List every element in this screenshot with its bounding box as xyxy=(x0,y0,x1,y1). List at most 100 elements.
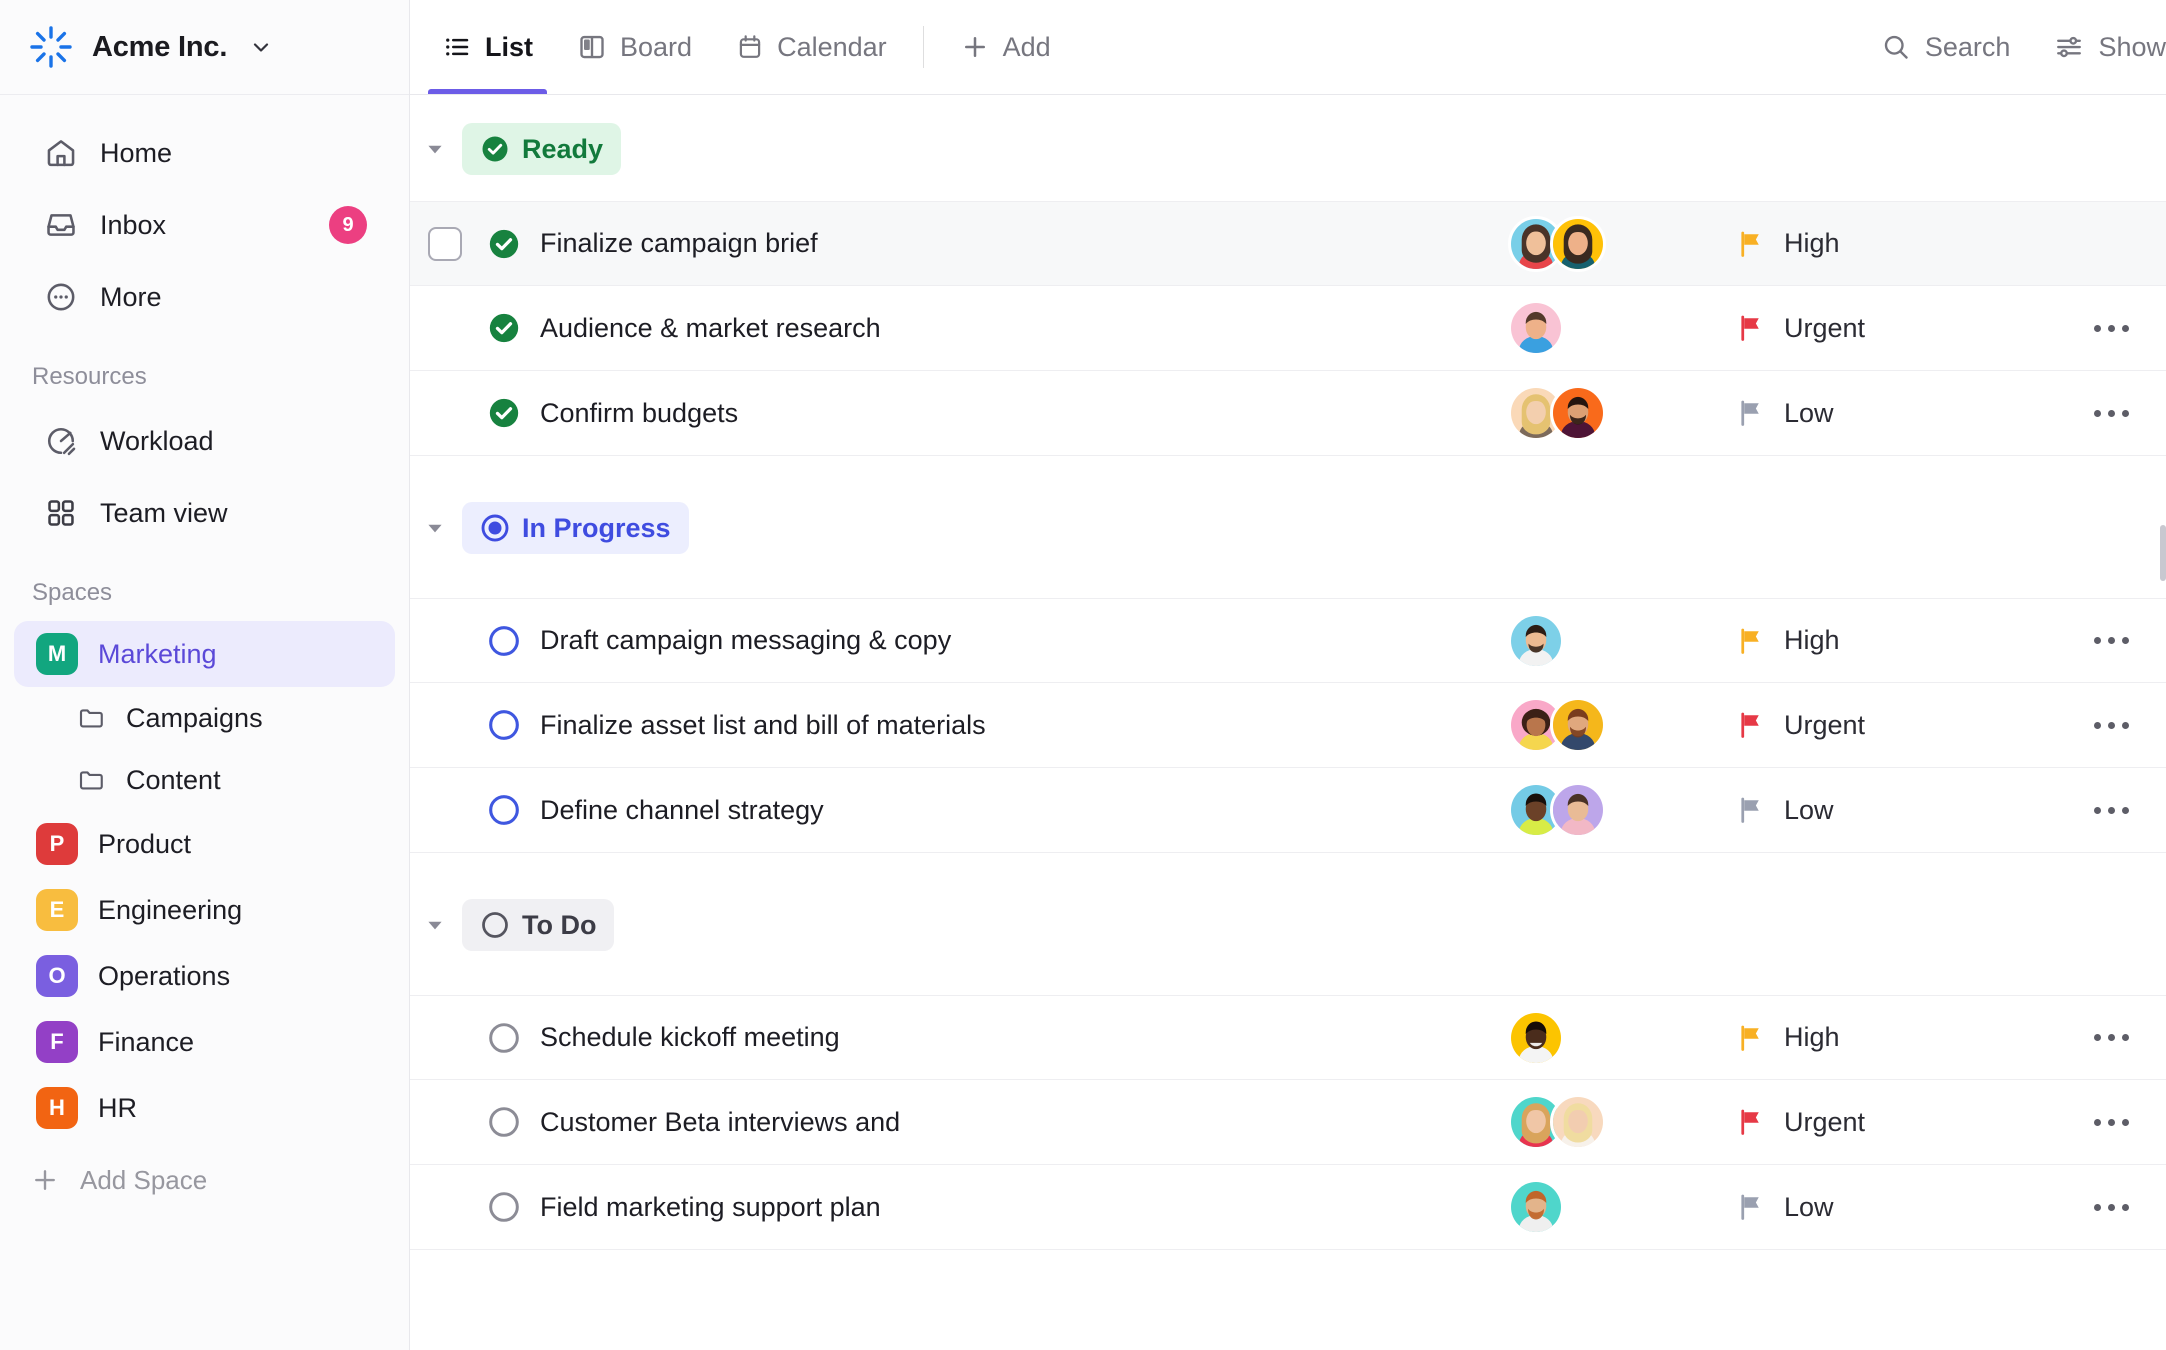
add-space-button[interactable]: Add Space xyxy=(0,1147,409,1213)
sidebar-item-label: Team view xyxy=(100,498,228,529)
priority-label: Low xyxy=(1784,795,1834,826)
chevron-down-icon[interactable] xyxy=(418,908,452,942)
priority-cell[interactable]: Low xyxy=(1736,1192,2056,1223)
assignee-group[interactable] xyxy=(1486,385,1736,441)
status-badge[interactable]: Ready xyxy=(462,123,621,175)
assignee-group[interactable] xyxy=(1486,216,1736,272)
priority-cell[interactable]: High xyxy=(1736,228,2056,259)
table-row[interactable]: Finalize asset list and bill of material… xyxy=(410,683,2166,768)
row-actions-menu[interactable] xyxy=(2056,1204,2166,1211)
task-title[interactable]: Schedule kickoff meeting xyxy=(536,1022,840,1053)
list-icon xyxy=(442,32,472,62)
tab-list[interactable]: List xyxy=(420,0,555,94)
tab-board[interactable]: Board xyxy=(555,0,714,94)
task-title[interactable]: Confirm budgets xyxy=(536,398,738,429)
task-status-toggle[interactable] xyxy=(472,1105,536,1139)
status-badge[interactable]: To Do xyxy=(462,899,614,951)
task-status-toggle[interactable] xyxy=(472,1021,536,1055)
table-row[interactable]: Schedule kickoff meeting High xyxy=(410,995,2166,1080)
vertical-scrollbar-thumb[interactable] xyxy=(2160,525,2166,581)
resources-section-title: Resources xyxy=(0,333,409,405)
sidebar-space-operations[interactable]: O Operations xyxy=(14,943,395,1009)
task-title[interactable]: Field marketing support plan xyxy=(536,1192,881,1223)
priority-cell[interactable]: Urgent xyxy=(1736,313,2056,344)
task-status-toggle[interactable] xyxy=(472,624,536,658)
task-title[interactable]: Finalize asset list and bill of material… xyxy=(536,710,986,741)
avatar[interactable] xyxy=(1550,1094,1606,1150)
sidebar-item-inbox[interactable]: Inbox 9 xyxy=(14,189,395,261)
assignee-group[interactable] xyxy=(1486,1010,1736,1066)
sidebar-item-team-view[interactable]: Team view xyxy=(14,477,395,549)
chevron-down-icon[interactable] xyxy=(249,35,273,59)
assignee-group[interactable] xyxy=(1486,697,1736,753)
assignee-group[interactable] xyxy=(1486,1094,1736,1150)
task-title[interactable]: Define channel strategy xyxy=(536,795,824,826)
workspace-switcher[interactable]: Acme Inc. xyxy=(0,0,409,95)
tab-label: Calendar xyxy=(777,32,887,63)
sidebar-folder-content[interactable]: Content xyxy=(14,749,395,811)
table-row[interactable]: Field marketing support plan Low xyxy=(410,1165,2166,1250)
row-actions-menu[interactable] xyxy=(2056,325,2166,332)
sidebar-item-workload[interactable]: Workload xyxy=(14,405,395,477)
add-view-button[interactable]: Add xyxy=(938,0,1073,94)
avatar[interactable] xyxy=(1508,1010,1564,1066)
priority-cell[interactable]: High xyxy=(1736,1022,2056,1053)
task-status-toggle[interactable] xyxy=(472,396,536,430)
sidebar-folder-campaigns[interactable]: Campaigns xyxy=(14,687,395,749)
sidebar-space-hr[interactable]: H HR xyxy=(14,1075,395,1141)
table-row[interactable]: Draft campaign messaging & copy High xyxy=(410,598,2166,683)
avatar[interactable] xyxy=(1508,300,1564,356)
task-status-toggle[interactable] xyxy=(472,708,536,742)
chevron-down-icon[interactable] xyxy=(418,511,452,545)
table-row[interactable]: Define channel strategy xyxy=(410,768,2166,853)
row-actions-menu[interactable] xyxy=(2056,807,2166,814)
sidebar-item-more[interactable]: More xyxy=(14,261,395,333)
avatar[interactable] xyxy=(1508,1179,1564,1235)
task-status-toggle[interactable] xyxy=(472,1190,536,1224)
table-row[interactable]: Customer Beta interviews and xyxy=(410,1080,2166,1165)
priority-cell[interactable]: Low xyxy=(1736,398,2056,429)
table-row[interactable]: Finalize campaign brief xyxy=(410,201,2166,286)
task-status-toggle[interactable] xyxy=(472,227,536,261)
table-row[interactable]: Audience & market research Urgent xyxy=(410,286,2166,371)
tab-calendar[interactable]: Calendar xyxy=(714,0,909,94)
row-actions-menu[interactable] xyxy=(2056,722,2166,729)
task-status-toggle[interactable] xyxy=(472,793,536,827)
search-button[interactable]: Search xyxy=(1859,17,2033,77)
task-title[interactable]: Customer Beta interviews and xyxy=(536,1107,900,1138)
checkbox-icon[interactable] xyxy=(428,227,462,261)
task-status-toggle[interactable] xyxy=(472,311,536,345)
sidebar-space-engineering[interactable]: E Engineering xyxy=(14,877,395,943)
priority-cell[interactable]: Urgent xyxy=(1736,1107,2056,1138)
show-button[interactable]: Show xyxy=(2032,17,2166,77)
sidebar-item-home[interactable]: Home xyxy=(14,117,395,189)
assignee-group[interactable] xyxy=(1486,613,1736,669)
task-title[interactable]: Finalize campaign brief xyxy=(536,228,818,259)
task-title[interactable]: Audience & market research xyxy=(536,313,881,344)
row-actions-menu[interactable] xyxy=(2056,1034,2166,1041)
assignee-group[interactable] xyxy=(1486,782,1736,838)
flag-icon xyxy=(1736,1107,1766,1137)
assignee-group[interactable] xyxy=(1486,1179,1736,1235)
sidebar-space-finance[interactable]: F Finance xyxy=(14,1009,395,1075)
table-row[interactable]: Confirm budgets xyxy=(410,371,2166,456)
priority-cell[interactable]: Urgent xyxy=(1736,710,2056,741)
avatar[interactable] xyxy=(1550,697,1606,753)
row-checkbox[interactable] xyxy=(418,227,472,261)
priority-label: Urgent xyxy=(1784,710,1865,741)
sidebar-space-marketing[interactable]: M Marketing xyxy=(14,621,395,687)
task-title[interactable]: Draft campaign messaging & copy xyxy=(536,625,951,656)
row-actions-menu[interactable] xyxy=(2056,637,2166,644)
avatar[interactable] xyxy=(1550,782,1606,838)
assignee-group[interactable] xyxy=(1486,300,1736,356)
row-actions-menu[interactable] xyxy=(2056,410,2166,417)
status-badge[interactable]: In Progress xyxy=(462,502,689,554)
chevron-down-icon[interactable] xyxy=(418,132,452,166)
avatar[interactable] xyxy=(1550,385,1606,441)
sidebar-space-product[interactable]: P Product xyxy=(14,811,395,877)
priority-cell[interactable]: High xyxy=(1736,625,2056,656)
avatar[interactable] xyxy=(1508,613,1564,669)
avatar[interactable] xyxy=(1550,216,1606,272)
priority-cell[interactable]: Low xyxy=(1736,795,2056,826)
row-actions-menu[interactable] xyxy=(2056,1119,2166,1126)
